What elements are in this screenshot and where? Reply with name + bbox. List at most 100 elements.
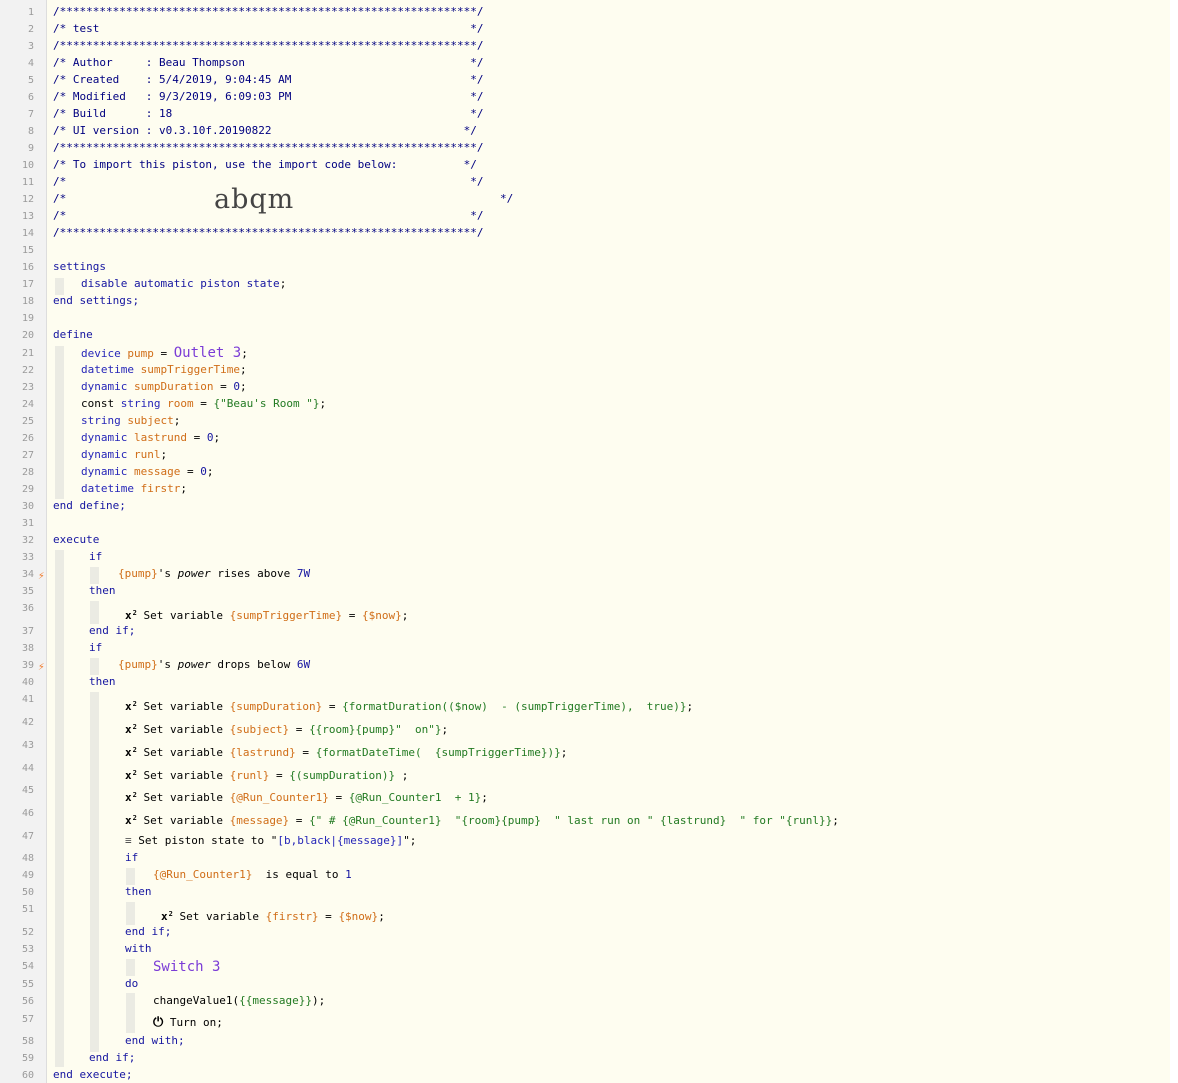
var-type: dynamic [81,380,128,393]
line-number: 41 [21,694,34,705]
line-number: 8 [27,126,34,137]
condition-counter-equals[interactable]: {@Run_Counter1} is equal to 1 [153,868,352,882]
end-with-keyword: end with; [125,1034,185,1047]
indent-guide [55,550,64,1067]
action-set-subject[interactable]: x2 Set variable {subject} = {{room}{pump… [125,720,448,737]
action-set-piston-state[interactable]: ≡ Set piston state to "[b,black|{message… [125,834,416,848]
line-number: 47 [21,831,34,842]
header-border: /***************************************… [53,39,484,52]
action-label: Set variable [143,769,223,782]
line-number: 42 [21,717,34,728]
command-argument: {{message}} [239,994,312,1007]
define-runl[interactable]: dynamic runl; [81,448,167,462]
line-number: 46 [21,808,34,819]
var-value: 0 [233,380,240,393]
var-type: dynamic [81,431,128,444]
line-number: 56 [21,996,34,1007]
define-lastrund[interactable]: dynamic lastrund = 0; [81,431,220,445]
line-number: 36 [21,603,34,614]
header-border: /***************************************… [53,226,484,239]
action-set-trigger-time[interactable]: x2 Set variable {sumpTriggerTime} = {$no… [125,606,408,623]
variable-icon: x2 [125,791,137,804]
var-type: string [120,397,161,410]
line-number: 17 [21,279,34,290]
header-blank: /* */ [53,209,484,222]
device-name: Outlet 3 [173,345,242,361]
line-number: 29 [21,484,34,495]
action-set-lastrund[interactable]: x2 Set variable {lastrund} = {formatDate… [125,743,567,760]
define-room[interactable]: const string room = {"Beau's Room "}; [81,397,326,411]
variable-icon: x2 [125,700,137,713]
var-type: datetime [81,363,134,376]
action-change-value[interactable]: changeValue1({{message}}); [153,994,325,1008]
action-value: {(sumpDuration)} [289,769,396,782]
var-name: room [167,397,194,410]
command-end: ); [311,994,326,1007]
action-set-firstr[interactable]: x2 Set variable {firstr} = {$now}; [161,907,385,924]
var-name: lastrund [133,431,187,444]
define-trigger-time[interactable]: datetime sumpTriggerTime; [81,363,247,377]
action-label: Set piston state to [138,834,265,847]
condition-operator: drops below [217,658,291,671]
define-duration[interactable]: dynamic sumpDuration = 0; [81,380,247,394]
line-number: 9 [27,143,34,154]
const-keyword: const [81,397,115,410]
header-modified: /* Modified : 9/3/2019, 6:09:03 PM */ [53,90,484,103]
var-name: firstr [140,482,181,495]
end-if-keyword: end if; [89,624,136,637]
command-label: Turn on; [169,1016,223,1029]
line-number: 44 [21,763,34,774]
line-number: 13 [21,211,34,222]
line-number: 21 [21,348,34,359]
settings-end: end settings; [53,294,140,307]
line-number: 49 [21,870,34,881]
header-code-suffix: */ [500,192,514,205]
settings-statement[interactable]: disable automatic piston state; [81,277,286,291]
line-number: 54 [21,961,34,972]
variable-icon: x2 [125,746,137,759]
condition-rises-above[interactable]: {pump}'s power rises above 7W [118,567,310,581]
then-keyword: then [89,675,116,688]
command-name: changeValue1( [153,994,240,1007]
indent-guide [126,902,135,925]
line-number: 2 [27,24,34,35]
action-set-runl[interactable]: x2 Set variable {runl} = {(sumpDuration)… [125,766,408,783]
line-number-gutter: 1 2 3 4 5 6 7 8 9 10 11 12 13 14 15 16 17 18 19 20 21 22 23 24 2… [0,0,47,1083]
define-pump[interactable]: device pump = Outlet 3; [81,346,248,361]
condition-value: 7W [296,567,311,580]
end-if-keyword: end if; [89,1051,136,1064]
action-value: {$now} [338,910,379,923]
if-keyword[interactable]: if [125,851,138,865]
line-number: 30 [21,501,34,512]
condition-device: {pump} [118,567,158,580]
if-keyword[interactable]: if [89,641,102,655]
condition-drops-below[interactable]: {pump}'s power drops below 6W [118,658,310,672]
line-number: 28 [21,467,34,478]
line-number: 23 [21,382,34,393]
line-number: 25 [21,416,34,427]
line-number: 37 [21,626,34,637]
with-keyword[interactable]: with [125,942,152,956]
variable-icon: x2 [125,609,137,622]
define-subject[interactable]: string subject; [81,414,180,428]
action-turn-on[interactable]: ⏻ Turn on; [153,1016,223,1030]
action-value: {$now} [362,609,402,622]
action-variable: {@Run_Counter1} [229,791,329,804]
with-device[interactable]: Switch 3 [153,958,220,976]
var-name: pump [127,347,154,360]
define-message[interactable]: dynamic message = 0; [81,465,213,479]
action-set-run-counter[interactable]: x2 Set variable {@Run_Counter1} = {@Run_… [125,788,488,805]
action-set-duration[interactable]: x2 Set variable {sumpDuration} = {format… [125,697,693,714]
settings-body: disable automatic piston state [81,277,280,290]
action-set-message[interactable]: x2 Set variable {message} = {" # {@Run_C… [125,811,839,828]
indent-guide [55,346,64,499]
line-number: 32 [21,535,34,546]
define-firstr[interactable]: datetime firstr; [81,482,187,496]
action-label: Set variable [179,910,259,923]
if-keyword[interactable]: if [89,550,102,564]
line-number: 43 [21,740,34,751]
line-number: 27 [21,450,34,461]
line-number: 15 [21,245,34,256]
line-number: 20 [21,330,34,341]
header-build: /* Build : 18 */ [53,107,484,120]
